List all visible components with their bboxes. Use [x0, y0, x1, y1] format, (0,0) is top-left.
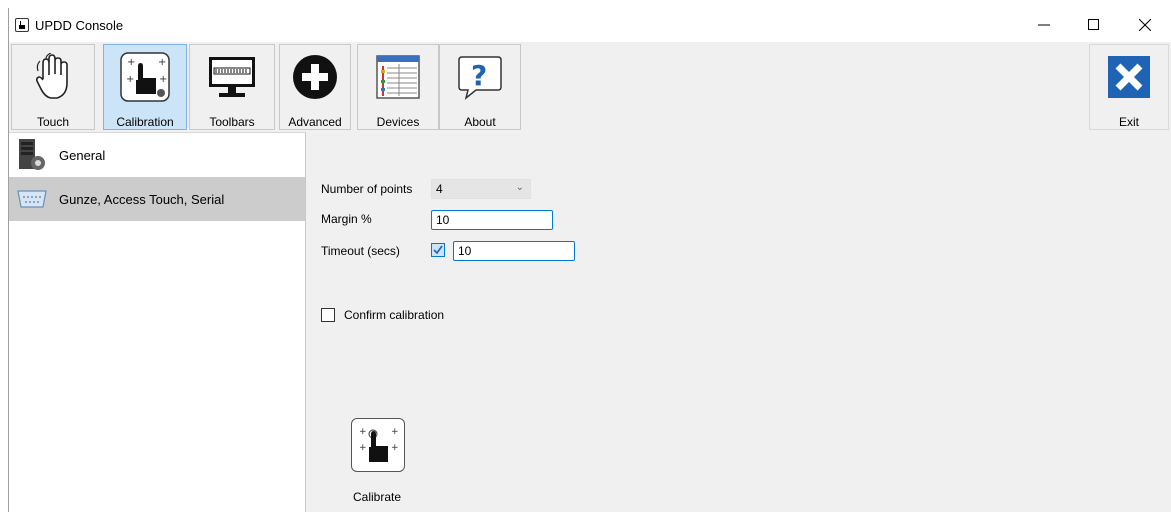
toolbar-touch-label: Touch — [36, 115, 70, 129]
main-toolbar: Touch + + + + Calibration Toolbars Advan… — [9, 42, 1171, 132]
svg-text:+: + — [391, 427, 399, 437]
confirm-calibration-label: Confirm calibration — [344, 308, 445, 322]
toolbar-touch-button[interactable]: Touch — [11, 44, 95, 130]
monitor-toolbar-icon — [206, 51, 258, 103]
timeout-input[interactable] — [453, 241, 575, 261]
devices-table-icon — [372, 51, 424, 103]
timeout-label: Timeout (secs) — [321, 244, 400, 258]
margin-label: Margin % — [321, 212, 372, 226]
window-title: UPDD Console — [35, 17, 124, 33]
toolbar-calibration-button[interactable]: + + + + Calibration — [103, 44, 187, 130]
toolbar-exit-button[interactable]: Exit — [1089, 44, 1169, 130]
confirm-calibration-checkbox[interactable] — [321, 308, 335, 322]
toolbar-advanced-button[interactable]: Advanced — [279, 44, 351, 130]
svg-text:?: ? — [471, 59, 487, 92]
toolbar-devices-button[interactable]: Devices — [357, 44, 439, 130]
toolbar-advanced-label: Advanced — [288, 115, 342, 129]
points-select[interactable]: 4 ⌄ — [431, 179, 531, 199]
sidebar-item-gunze-device[interactable]: Gunze, Access Touch, Serial — [9, 177, 305, 221]
question-bubble-icon: ? — [454, 51, 506, 103]
toolbar-exit-label: Exit — [1118, 115, 1139, 129]
timeout-checkbox[interactable] — [431, 243, 445, 257]
close-icon — [1139, 19, 1151, 31]
checkmark-icon — [433, 245, 443, 255]
server-gear-icon — [15, 138, 49, 172]
calibration-icon: + + + + — [119, 51, 171, 103]
points-value: 4 — [436, 182, 443, 196]
sidebar-item-label: General — [59, 147, 106, 163]
serial-port-icon — [15, 182, 49, 216]
calibration-icon: + + + + — [359, 427, 399, 462]
calibration-settings-panel: Number of points 4 ⌄ Margin % Timeout (s… — [307, 132, 1171, 512]
svg-text:+: + — [127, 57, 135, 68]
chevron-down-icon: ⌄ — [515, 182, 524, 193]
updd-console-window: UPDD Console Touch + + + + Calibration T… — [8, 8, 1171, 512]
margin-input[interactable] — [431, 210, 553, 230]
svg-text:+: + — [158, 57, 166, 68]
app-hand-icon — [15, 18, 29, 32]
svg-text:+: + — [359, 443, 367, 453]
svg-text:+: + — [159, 74, 167, 85]
calibrate-button[interactable]: + + + + — [351, 418, 405, 472]
maximize-icon — [1088, 19, 1099, 30]
calibrate-label: Calibrate — [353, 490, 402, 504]
close-button[interactable] — [1122, 8, 1168, 42]
plus-circle-icon — [289, 51, 341, 103]
toolbar-toolbars-button[interactable]: Toolbars — [189, 44, 275, 130]
points-label: Number of points — [321, 182, 413, 196]
minimize-button[interactable] — [1021, 8, 1067, 42]
svg-text:+: + — [391, 443, 399, 453]
exit-x-icon — [1103, 51, 1155, 103]
toolbar-about-label: About — [464, 115, 496, 129]
sidebar-item-label: Gunze, Access Touch, Serial — [59, 191, 225, 207]
svg-text:+: + — [359, 427, 367, 437]
hand-touch-icon — [27, 51, 79, 103]
toolbar-devices-label: Devices — [376, 115, 420, 129]
title-bar: UPDD Console — [9, 8, 1171, 42]
toolbar-about-button[interactable]: ? About — [439, 44, 521, 130]
maximize-button[interactable] — [1071, 8, 1117, 42]
svg-text:+: + — [126, 74, 134, 85]
minimize-icon — [1038, 24, 1050, 26]
toolbar-calibration-label: Calibration — [116, 115, 174, 129]
device-tree: General Gunze, Access Touch, Serial — [9, 132, 306, 512]
toolbar-toolbars-label: Toolbars — [209, 115, 255, 129]
sidebar-item-general[interactable]: General — [9, 133, 305, 177]
